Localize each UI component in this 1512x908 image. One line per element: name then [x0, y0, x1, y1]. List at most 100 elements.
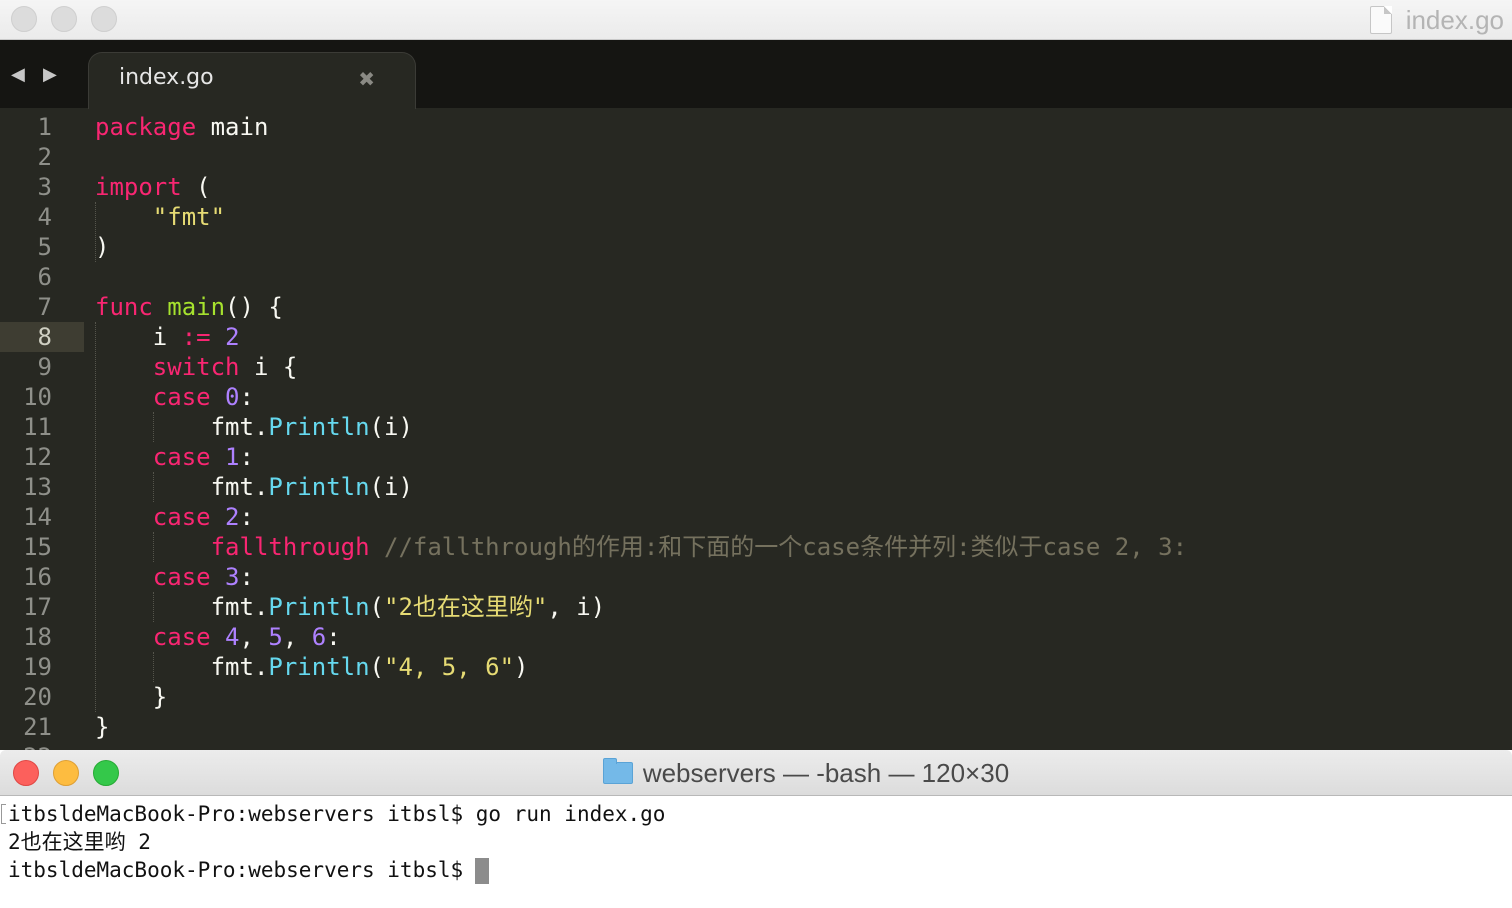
- code-line[interactable]: 3 import (: [0, 172, 1512, 202]
- code-token-num: 5: [268, 623, 283, 651]
- code-token-num: 4: [225, 623, 240, 651]
- code-line[interactable]: 2: [0, 142, 1512, 172]
- code-token-plain: :: [239, 503, 254, 531]
- code-token-num: 3: [225, 563, 240, 591]
- code-token-plain: (i): [369, 413, 413, 441]
- code-line[interactable]: 5): [0, 232, 1512, 262]
- indent-guide: [152, 472, 154, 502]
- code-token-kw: case: [152, 563, 211, 591]
- code-line[interactable]: 17 fmt.Println("2也在这里哟", i): [0, 592, 1512, 622]
- terminal-titlebar: webservers — -bash — 120×30: [0, 750, 1512, 796]
- terminal-title-group: webservers — -bash — 120×30: [0, 750, 1512, 796]
- editor-titlebar: index.go: [0, 0, 1512, 40]
- code-token-num: 0: [225, 383, 240, 411]
- terminal-output[interactable]: itbsldeMacBook-Pro:webservers itbsl$ go …: [0, 796, 1512, 908]
- indent-guide: [95, 202, 96, 262]
- code-line[interactable]: 14 case 2:: [0, 502, 1512, 532]
- code-line[interactable]: 10 case 0:: [0, 382, 1512, 412]
- code-editor[interactable]: 1 package main 2 3 import (4 "fmt" 5) 6 7 func m…: [0, 112, 1512, 750]
- code-token-str: "2也在这里哟": [384, 593, 548, 621]
- terminal-window: webservers — -bash — 120×30 itbsldeMacBo…: [0, 750, 1512, 908]
- window-minimize-button[interactable]: [51, 6, 77, 32]
- code-token-plain: () {: [225, 293, 283, 321]
- code-token-plain: :: [239, 443, 254, 471]
- code-token-sup: Println: [268, 653, 370, 681]
- code-token-kw: case: [152, 623, 211, 651]
- line-code: case 4, 5, 6:: [95, 622, 341, 652]
- code-token-kw: case: [152, 443, 211, 471]
- code-line[interactable]: 6: [0, 262, 1512, 292]
- window-title: index.go: [1405, 4, 1504, 35]
- line-code: fmt.Println(i): [95, 472, 413, 502]
- indent-guide: [152, 412, 154, 442]
- code-line[interactable]: 12 case 1:: [0, 442, 1512, 472]
- line-number: 3: [37, 173, 52, 201]
- window-close-button[interactable]: [11, 6, 37, 32]
- code-line[interactable]: 13 fmt.Println(i): [0, 472, 1512, 502]
- back-arrow-icon[interactable]: ◀: [11, 64, 25, 85]
- terminal-prompt-line: itbsldeMacBook-Pro:webservers itbsl$: [8, 856, 490, 884]
- line-code: package main: [95, 112, 268, 142]
- line-code: ): [95, 232, 109, 262]
- line-code: switch i {: [95, 352, 298, 382]
- code-line[interactable]: 11 fmt.Println(i): [0, 412, 1512, 442]
- code-line[interactable]: 20 }: [0, 682, 1512, 712]
- code-token-plain: ,: [282, 623, 312, 651]
- line-number: 2: [37, 143, 52, 171]
- code-line[interactable]: 21}: [0, 712, 1512, 742]
- code-token-str: "fmt": [152, 203, 226, 231]
- code-line[interactable]: 7 func main() {: [0, 292, 1512, 322]
- code-line[interactable]: 8 i := 2: [0, 322, 1512, 352]
- window-zoom-button[interactable]: [91, 6, 117, 32]
- code-line[interactable]: 16 case 3:: [0, 562, 1512, 592]
- code-line[interactable]: 15 fallthrough //fallthrough的作用:和下面的一个ca…: [0, 532, 1512, 562]
- code-token-plain: :: [239, 383, 254, 411]
- code-line[interactable]: 1 package main: [0, 112, 1512, 142]
- code-line[interactable]: 4 "fmt": [0, 202, 1512, 232]
- code-token-kw: func: [95, 293, 153, 321]
- code-token-num: 6: [311, 623, 327, 651]
- line-number: 19: [23, 653, 52, 681]
- code-token-plain: }: [95, 713, 110, 741]
- line-code: case 0:: [95, 382, 254, 412]
- terminal-mark-bracket: [1, 804, 6, 824]
- code-token-kw: :=: [181, 323, 211, 351]
- line-code: }: [95, 682, 167, 712]
- code-line[interactable]: 18 case 4, 5, 6:: [0, 622, 1512, 652]
- line-number: 13: [23, 473, 52, 501]
- code-line[interactable]: 9 switch i {: [0, 352, 1512, 382]
- code-token-sup: Println: [268, 473, 370, 501]
- line-number: 18: [23, 623, 52, 651]
- line-code: case 2:: [95, 502, 254, 532]
- tab-bar: ◀ ▶ index.go ✖: [0, 40, 1512, 109]
- code-token-kw: package: [95, 113, 197, 141]
- line-code: func main() {: [95, 292, 283, 322]
- code-token-plain: fmt.: [95, 473, 269, 501]
- line-code: i := 2: [95, 322, 240, 352]
- tab-index-go[interactable]: index.go ✖: [88, 52, 416, 109]
- code-line[interactable]: 19 fmt.Println("4, 5, 6"): [0, 652, 1512, 682]
- line-number: 12: [23, 443, 52, 471]
- code-token-plain: fmt.: [95, 593, 269, 621]
- indent-guide: [95, 322, 96, 712]
- code-token-sup: Println: [268, 413, 370, 441]
- code-token-num: 2: [225, 323, 240, 351]
- code-token-kw: fallthrough: [210, 533, 370, 561]
- forward-arrow-icon[interactable]: ▶: [43, 64, 57, 85]
- terminal-line: 2也在这里哟 2: [8, 830, 151, 854]
- line-number: 22: [0, 742, 84, 750]
- line-code: "fmt": [95, 202, 225, 232]
- code-line[interactable]: 22: [0, 742, 1512, 750]
- code-token-plain: (: [369, 653, 384, 681]
- close-icon[interactable]: ✖: [358, 67, 375, 91]
- code-token-plain: main: [196, 113, 269, 141]
